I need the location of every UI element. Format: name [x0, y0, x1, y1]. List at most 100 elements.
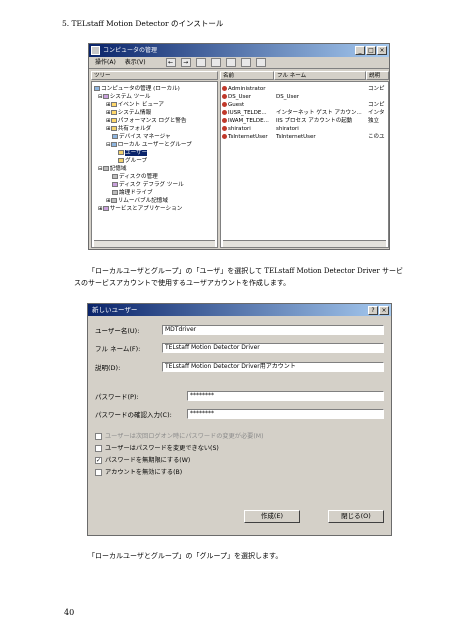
menu-view[interactable]: 表示(V) [123, 57, 148, 68]
tree-item-users[interactable]: ユーザー [118, 149, 148, 157]
tree-item-logical-drives[interactable]: 論理ドライブ [112, 189, 153, 197]
list-item[interactable]: shiratori shiratori [221, 125, 388, 133]
dialog-titlebar: 新しいユーザー ? × [88, 304, 391, 316]
tree-pane: コンピュータの管理 (ローカル) ⊟ システム ツール ⊞ イベント ビューア ⊞ シ… [91, 81, 218, 248]
description-label: 説明(D): [95, 364, 121, 372]
system-info-icon [110, 110, 117, 115]
titlebar: コンピュータの管理 _ □ × [89, 44, 389, 57]
computer-icon [94, 86, 100, 91]
user-icon [222, 86, 227, 91]
fullname-field[interactable]: TELstaff Motion Detector Driver [162, 343, 384, 353]
dialog-title: 新しいユーザー [92, 306, 138, 314]
username-label: ユーザー名(U): [95, 327, 140, 335]
new-user-dialog: 新しいユーザー ? × ユーザー名(U): MDTdriver フル ネーム(F… [87, 303, 392, 536]
dialog-close-button[interactable]: × [379, 306, 389, 315]
cannot-change-password-checkbox[interactable]: ユーザーはパスワードを変更できない(S) [95, 444, 219, 453]
defrag-icon [112, 182, 118, 187]
maximize-button[interactable]: □ [366, 46, 376, 55]
password-field[interactable]: ******** [187, 391, 384, 401]
forward-icon[interactable]: → [180, 58, 191, 67]
menubar: 操作(A) 表示(V) ← → [89, 57, 389, 69]
user-icon [222, 118, 227, 123]
user-icon [222, 102, 227, 107]
tree-item-storage[interactable]: ⊟ 記憶域 [98, 165, 126, 173]
instruction-paragraph: 「ローカルユーザとグループ」の「ユーザ」を選択して TELstaff Motio… [74, 265, 403, 289]
fullname-column-header[interactable]: フル ネーム [274, 71, 366, 80]
close-button[interactable]: × [377, 46, 387, 55]
tree-item-computer-management[interactable]: コンピュータの管理 (ローカル) [94, 85, 180, 93]
tree-item-system-tools[interactable]: ⊟ システム ツール [98, 93, 150, 101]
tree-item-groups[interactable]: グループ [118, 157, 147, 165]
computer-management-window: コンピュータの管理 _ □ × 操作(A) 表示(V) ← → ツリー 名前 フ… [88, 43, 390, 250]
help-button[interactable]: ? [368, 306, 378, 315]
up-icon[interactable] [195, 58, 206, 67]
password-label: パスワード(P): [95, 393, 139, 401]
tree-item-services-apps[interactable]: ⊞ サービスとアプリケーション [98, 205, 182, 213]
computer-management-icon [91, 46, 100, 55]
tree-item-disk-management[interactable]: ディスクの管理 [112, 173, 158, 181]
services-icon [102, 206, 109, 211]
list-item[interactable]: TsInternetUser TsInternetUser このユ [221, 133, 388, 141]
description-field[interactable]: TELstaff Motion Detector Driver用アカウント [162, 362, 384, 372]
device-manager-icon [112, 134, 118, 139]
fullname-label: フル ネーム(F): [95, 345, 141, 353]
instruction-line: スのサービスアカウントで使用するユーザアカウントを作成します。 [74, 279, 291, 287]
shared-folder-icon [110, 126, 117, 131]
removable-icon [110, 198, 117, 203]
folder-icon [118, 150, 124, 155]
password-never-expires-checkbox[interactable]: ✓ パスワードを無期限にする(W) [95, 456, 190, 465]
console-icon[interactable] [210, 58, 221, 67]
close-dialog-button[interactable]: 閉じる(O) [328, 510, 384, 523]
must-change-password-checkbox[interactable]: ユーザーは次回ログオン時にパスワードの変更が必要(M) [95, 432, 264, 441]
tree-item-performance-logs[interactable]: ⊞ パフォーマンス ログと警告 [106, 117, 186, 125]
tree-item-shared-folders[interactable]: ⊞ 共有フォルダ [106, 125, 151, 133]
list-item[interactable]: Administrator コンピ [221, 85, 388, 93]
name-column-header[interactable]: 名前 [220, 71, 274, 80]
event-viewer-icon [110, 102, 117, 107]
tree-item-removable-storage[interactable]: ⊞ リムーバブル記憶域 [106, 197, 168, 205]
user-icon [222, 110, 227, 115]
user-icon [222, 126, 227, 131]
menu-action[interactable]: 操作(A) [93, 57, 118, 68]
tree-item-defrag[interactable]: ディスク デフラグ ツール [112, 181, 184, 189]
checkbox[interactable] [95, 432, 102, 440]
minimize-button[interactable]: _ [355, 46, 365, 55]
checkbox[interactable] [95, 444, 102, 452]
list-item[interactable]: Guest コンピ [221, 101, 388, 109]
list-scrollbar[interactable] [223, 240, 386, 247]
tree-scrollbar[interactable] [94, 240, 215, 247]
tree-item-local-users-groups[interactable]: ⊟ ローカル ユーザーとグループ [106, 141, 192, 149]
refresh-icon[interactable] [225, 58, 236, 67]
list-item[interactable]: IUSR_TELDE... インターネット ゲスト アカウン... インタ [221, 109, 388, 117]
disk-icon [112, 174, 118, 179]
list-item[interactable]: IWAM_TELDE... IIS プロセス アカウントの起動 独立 [221, 117, 388, 125]
column-headers: ツリー 名前 フル ネーム 説明 [89, 71, 389, 80]
tree-item-device-manager[interactable]: デバイス マネージャ [112, 133, 171, 141]
username-field[interactable]: MDTdriver [162, 325, 384, 335]
drive-icon [112, 190, 118, 195]
description-column-header[interactable]: 説明 [366, 71, 389, 80]
tree-header: ツリー [91, 71, 218, 80]
performance-icon [110, 118, 117, 123]
confirm-password-label: パスワードの確認入力(C): [95, 411, 172, 419]
page-heading: 5. TELstaff Motion Detector のインストール [62, 19, 224, 28]
create-button[interactable]: 作成(E) [244, 510, 300, 523]
tree-item-system-info[interactable]: ⊞ システム情報 [106, 109, 151, 117]
list-item[interactable]: DS_User DS_User [221, 93, 388, 101]
window-title: コンピュータの管理 [103, 47, 158, 54]
checkbox[interactable] [95, 468, 102, 476]
storage-icon [102, 166, 109, 171]
instruction-line: 「ローカルユーザとグループ」の「ユーザ」を選択して TELstaff Motio… [88, 267, 403, 275]
checkbox-checked[interactable]: ✓ [95, 456, 102, 464]
folder-icon [118, 158, 124, 163]
tools-icon [102, 94, 109, 99]
users-groups-icon [110, 142, 117, 147]
export-icon[interactable] [240, 58, 251, 67]
instruction-paragraph-2: 「ローカルユーザとグループ」の「グループ」を選択します。 [88, 552, 283, 560]
help-icon[interactable] [255, 58, 266, 67]
page-number: 40 [64, 608, 75, 617]
account-disabled-checkbox[interactable]: アカウントを無効にする(B) [95, 468, 182, 477]
tree-item-event-viewer[interactable]: ⊞ イベント ビューア [106, 101, 164, 109]
back-icon[interactable]: ← [165, 58, 176, 67]
confirm-password-field[interactable]: ******** [187, 409, 384, 419]
